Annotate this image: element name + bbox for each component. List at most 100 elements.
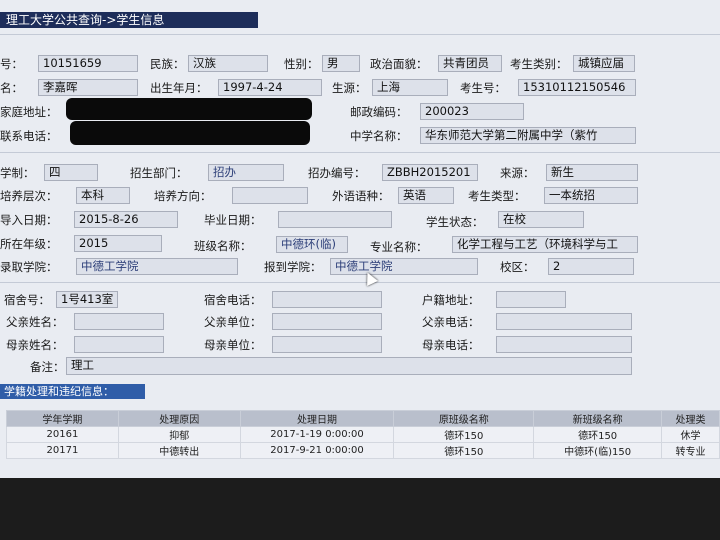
table-header-row: 学年学期 处理原因 处理日期 原班级名称 新班级名称 处理类 <box>6 410 720 427</box>
mother-work-label: 母亲单位： <box>204 338 262 352</box>
grade-label: 所在年级： <box>0 237 58 251</box>
dorm-label: 宿舍号： <box>4 293 50 307</box>
dept-label: 招生部门： <box>130 166 188 180</box>
column-header-new-class[interactable]: 新班级名称 <box>533 410 663 427</box>
divider <box>0 152 720 153</box>
dorm-phone-field[interactable] <box>272 291 382 308</box>
status-field[interactable]: 在校 <box>498 211 584 228</box>
gender-field[interactable]: 男 <box>322 55 360 72</box>
divider <box>0 34 720 35</box>
table-row[interactable]: 20171 中德转出 2017-9-21 0:00:00 德环150 中德环(临… <box>6 442 720 459</box>
school-field[interactable]: 华东师范大学第二附属中学（紫竹 <box>420 127 636 144</box>
birth-label: 出生年月： <box>150 81 208 95</box>
ethnicity-label: 民族： <box>150 57 185 71</box>
code-label: 招办编号： <box>308 166 366 180</box>
cell-term: 20171 <box>6 442 119 459</box>
grad-date-field[interactable] <box>278 211 392 228</box>
cell-type: 休学 <box>661 426 720 443</box>
grade-field[interactable]: 2015 <box>74 235 162 252</box>
admit-college-label: 录取学院： <box>0 260 58 274</box>
father-work-field[interactable] <box>272 313 382 330</box>
student-id-field[interactable]: 10151659 <box>38 55 138 72</box>
exam-no-field[interactable]: 15310112150546 <box>518 79 636 96</box>
mother-work-field[interactable] <box>272 336 382 353</box>
cell-date: 2017-1-19 0:00:00 <box>239 426 395 443</box>
name-field[interactable]: 李嘉晖 <box>38 79 138 96</box>
hukou-field[interactable] <box>496 291 566 308</box>
column-header-date[interactable]: 处理日期 <box>239 410 395 427</box>
duration-field[interactable]: 四 <box>44 164 98 181</box>
language-label: 外语语种： <box>332 189 390 203</box>
address-label: 家庭地址： <box>0 105 58 119</box>
report-college-label: 报到学院： <box>264 260 322 274</box>
source-field[interactable]: 新生 <box>546 164 638 181</box>
level-field[interactable]: 本科 <box>76 187 130 204</box>
dorm-phone-label: 宿舍电话： <box>204 293 262 307</box>
mother-phone-label: 母亲电话： <box>422 338 480 352</box>
grad-date-label: 毕业日期： <box>204 213 262 227</box>
class-label: 班级名称： <box>194 239 252 253</box>
cell-old-class: 德环150 <box>393 426 535 443</box>
birth-field[interactable]: 1997-4-24 <box>218 79 322 96</box>
import-date-field[interactable]: 2015-8-26 <box>74 211 178 228</box>
category-field[interactable]: 城镇应届 <box>573 55 635 72</box>
student-id-label: 号： <box>0 57 23 71</box>
status-label: 学生状态： <box>426 215 484 229</box>
records-table: 学年学期 处理原因 处理日期 原班级名称 新班级名称 处理类 20161 抑郁 … <box>6 410 720 459</box>
column-header-term[interactable]: 学年学期 <box>6 410 119 427</box>
mother-phone-field[interactable] <box>496 336 632 353</box>
admit-college-field[interactable]: 中德工学院 <box>76 258 238 275</box>
duration-label: 学制： <box>0 166 35 180</box>
class-field[interactable]: 中德环(临) <box>276 236 348 253</box>
cell-reason: 抑郁 <box>117 426 241 443</box>
language-field[interactable]: 英语 <box>398 187 454 204</box>
mother-name-field[interactable] <box>74 336 164 353</box>
school-label: 中学名称： <box>350 129 408 143</box>
campus-field[interactable]: 2 <box>548 258 634 275</box>
page-title: 理工大学公共查询->学生信息 <box>0 12 258 28</box>
exam-type-label: 考生类型： <box>468 189 526 203</box>
source-label: 来源： <box>500 166 535 180</box>
father-work-label: 父亲单位： <box>204 315 262 329</box>
level-label: 培养层次： <box>0 189 58 203</box>
gender-label: 性别： <box>284 57 319 71</box>
cell-reason: 中德转出 <box>117 442 241 459</box>
column-header-old-class[interactable]: 原班级名称 <box>393 410 535 427</box>
political-label: 政治面貌： <box>370 57 428 71</box>
political-field[interactable]: 共青团员 <box>438 55 502 72</box>
father-name-field[interactable] <box>74 313 164 330</box>
postcode-label: 邮政编码： <box>350 105 408 119</box>
phone-label: 联系电话： <box>0 129 58 143</box>
report-college-field[interactable]: 中德工学院 <box>330 258 478 275</box>
postcode-field[interactable]: 200023 <box>420 103 524 120</box>
redaction-mark <box>70 121 310 145</box>
dept-field[interactable]: 招办 <box>208 164 284 181</box>
cell-old-class: 德环150 <box>393 442 535 459</box>
father-name-label: 父亲姓名： <box>6 315 64 329</box>
origin-label: 生源： <box>332 81 367 95</box>
major-label: 专业名称： <box>370 240 428 254</box>
cell-type: 转专业 <box>661 442 720 459</box>
remark-field[interactable]: 理工 <box>66 357 632 375</box>
major-field[interactable]: 化学工程与工艺（环境科学与工 <box>452 236 638 253</box>
origin-field[interactable]: 上海 <box>372 79 448 96</box>
remark-label: 备注： <box>30 360 65 374</box>
column-header-type[interactable]: 处理类 <box>661 410 720 427</box>
redaction-mark <box>66 98 312 120</box>
category-label: 考生类别： <box>510 57 568 71</box>
cell-date: 2017-9-21 0:00:00 <box>239 442 395 459</box>
code-field[interactable]: ZBBH2015201 <box>382 164 478 181</box>
dorm-field[interactable]: 1号413室 <box>56 291 118 308</box>
student-info-window: 理工大学公共查询->学生信息 号： 10151659 民族： 汉族 性别： 男 … <box>0 0 720 478</box>
records-section-title: 学籍处理和违纪信息： <box>0 384 145 399</box>
divider <box>0 282 720 283</box>
table-row[interactable]: 20161 抑郁 2017-1-19 0:00:00 德环150 德环150 休… <box>6 426 720 443</box>
father-phone-label: 父亲电话： <box>422 315 480 329</box>
direction-field[interactable] <box>232 187 308 204</box>
father-phone-field[interactable] <box>496 313 632 330</box>
campus-label: 校区： <box>500 260 535 274</box>
cell-term: 20161 <box>6 426 119 443</box>
ethnicity-field[interactable]: 汉族 <box>188 55 268 72</box>
column-header-reason[interactable]: 处理原因 <box>117 410 241 427</box>
exam-type-field[interactable]: 一本统招 <box>544 187 638 204</box>
